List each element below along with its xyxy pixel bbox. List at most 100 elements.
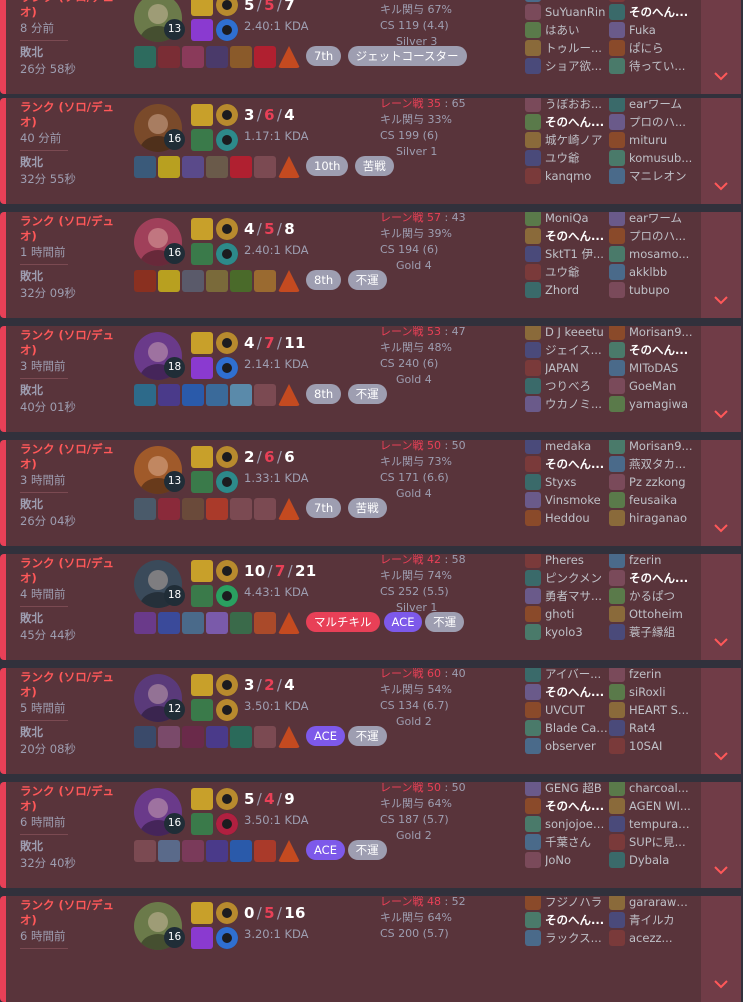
player-entry[interactable]: ショア欲... [525,58,609,74]
player-entry[interactable]: komusub... [609,150,693,166]
item-icon[interactable] [230,46,252,68]
player-entry[interactable]: yamagiwa [609,396,693,412]
player-entry[interactable]: Vinsmoke [525,492,609,508]
player-name[interactable]: 10SAI [629,738,693,754]
ghost-icon[interactable] [191,471,213,493]
player-entry[interactable]: そのへん... [525,456,609,472]
player-entry[interactable]: プロのハ... [609,228,693,244]
player-name[interactable]: ラックス... [545,930,609,946]
player-name[interactable]: mosamo... [629,246,693,262]
player-name[interactable]: そのへん... [629,570,693,586]
match-row[interactable]: ランク (ソロ/デュオ) 1 時間前 敗北 32分 09秒 16 4/5/8 2.40:1 … [0,212,741,318]
player-name[interactable]: tubupo [629,282,693,298]
player-entry[interactable]: SktT1 伊... [525,246,609,262]
player-entry[interactable]: 10SAI [609,738,693,754]
player-name[interactable]: observer [545,738,609,754]
player-entry[interactable]: SuYuanRin [525,4,609,20]
expand-button[interactable] [701,0,741,94]
item-icon[interactable] [206,498,228,520]
ghost-icon[interactable] [191,813,213,835]
player-entry[interactable]: earワーム [609,98,693,112]
player-name[interactable]: アイバー... [545,668,609,682]
secondary-rune-icon[interactable] [216,243,238,265]
player-name[interactable]: earワーム [629,98,693,112]
player-name[interactable]: つりべろ [545,378,609,394]
ghost-icon[interactable] [191,585,213,607]
player-name[interactable]: Dybala [629,852,693,868]
item-icon[interactable] [158,384,180,406]
player-entry[interactable]: HEART S... [609,702,693,718]
player-entry[interactable]: ジェイス... [525,342,609,358]
empty-item-slot[interactable] [134,840,156,862]
player-name[interactable]: ユウ爺 [545,264,609,280]
player-name[interactable]: Rat4 [629,720,693,736]
player-name[interactable]: Morisan9... [629,326,693,340]
player-entry[interactable]: GoeMan [609,378,693,394]
player-entry[interactable]: Fuka [609,22,693,38]
player-entry[interactable]: ピンクメン [525,570,609,586]
ghost-icon[interactable] [191,699,213,721]
player-entry[interactable]: JoNo [525,852,609,868]
match-row[interactable]: ランク (ソロ/デュオ) 6 時間前 16 0/5/16 3.20:1 KDA レーン戦 … [0,896,741,1002]
keystone-rune-icon[interactable] [216,332,238,354]
player-name[interactable]: ピンクメン [545,570,609,586]
keystone-rune-icon[interactable] [216,104,238,126]
player-name[interactable]: かるぱつ [629,588,693,604]
player-entry[interactable]: medaka [525,440,609,454]
player-entry[interactable]: Rat4 [609,720,693,736]
keystone-rune-icon[interactable] [216,446,238,468]
player-entry[interactable]: 勇者マサ... [525,588,609,604]
player-name[interactable]: komusub... [629,150,693,166]
player-entry[interactable]: 待ってい... [609,58,693,74]
player-entry[interactable]: 登陽の伊... [609,0,693,2]
player-entry[interactable]: そのへん... [525,684,609,700]
player-entry[interactable]: D J keeetu [525,326,609,340]
match-row[interactable]: ランク (ソロ/デュオ) 5 時間前 敗北 20分 08秒 12 3/2/4 3.50:1 … [0,668,741,774]
flash-icon[interactable] [191,0,213,16]
player-name[interactable]: そのへん... [545,228,609,244]
expand-button[interactable] [701,782,741,888]
player-entry[interactable]: fzerin [609,668,693,682]
item-icon[interactable] [158,612,180,634]
player-name[interactable]: Styxs [545,474,609,490]
player-name[interactable]: SktT1 伊... [545,246,609,262]
teleport-icon[interactable] [191,19,213,41]
player-entry[interactable]: MIToDAS [609,360,693,376]
flash-icon[interactable] [191,218,213,240]
player-name[interactable]: kanqmo [545,168,609,184]
player-entry[interactable]: GENG 超B [525,782,609,796]
empty-item-slot[interactable] [254,156,276,178]
player-entry[interactable]: ghoti [525,606,609,622]
player-entry[interactable]: Blade Cal... [525,720,609,736]
teleport-icon[interactable] [191,357,213,379]
player-name[interactable]: GoeMan [629,378,693,394]
flash-icon[interactable] [191,902,213,924]
player-name[interactable]: Blade Cal... [545,720,609,736]
player-entry[interactable]: 城ケ崎ノア [525,132,609,148]
player-entry[interactable]: かるぱつ [609,588,693,604]
player-entry[interactable]: トゥルー... [525,40,609,56]
player-entry[interactable]: そのへん... [525,912,609,928]
keystone-rune-icon[interactable] [216,560,238,582]
player-name[interactable]: プロのハ... [629,228,693,244]
player-name[interactable]: JoNo [545,852,609,868]
player-name[interactable]: Morisan9... [629,440,693,454]
player-name[interactable]: そのへん... [545,456,609,472]
player-entry[interactable]: そのへん... [609,4,693,20]
player-name[interactable]: ジェイス... [545,342,609,358]
item-icon[interactable] [134,46,156,68]
player-name[interactable]: MoniQa [545,212,609,226]
player-entry[interactable]: Ottoheim [609,606,693,622]
player-name[interactable]: siRoxli [629,684,693,700]
player-entry[interactable]: ぱにら [609,40,693,56]
item-icon[interactable] [230,726,252,748]
player-name[interactable]: 青イルカ [629,912,693,928]
player-name[interactable]: earワーム [629,212,693,226]
player-entry[interactable]: akklbb [609,264,693,280]
player-name[interactable]: gararawa... [629,896,693,910]
player-entry[interactable]: マニレオン [609,168,693,184]
match-row[interactable]: ランク (ソロ/デュオ) 3 時間前 敗北 40分 01秒 18 4/7/11 2.14:1… [0,326,741,432]
player-name[interactable]: そのへん... [629,4,693,20]
player-entry[interactable]: acezz... [609,930,693,946]
player-name[interactable]: feusaika [629,492,693,508]
